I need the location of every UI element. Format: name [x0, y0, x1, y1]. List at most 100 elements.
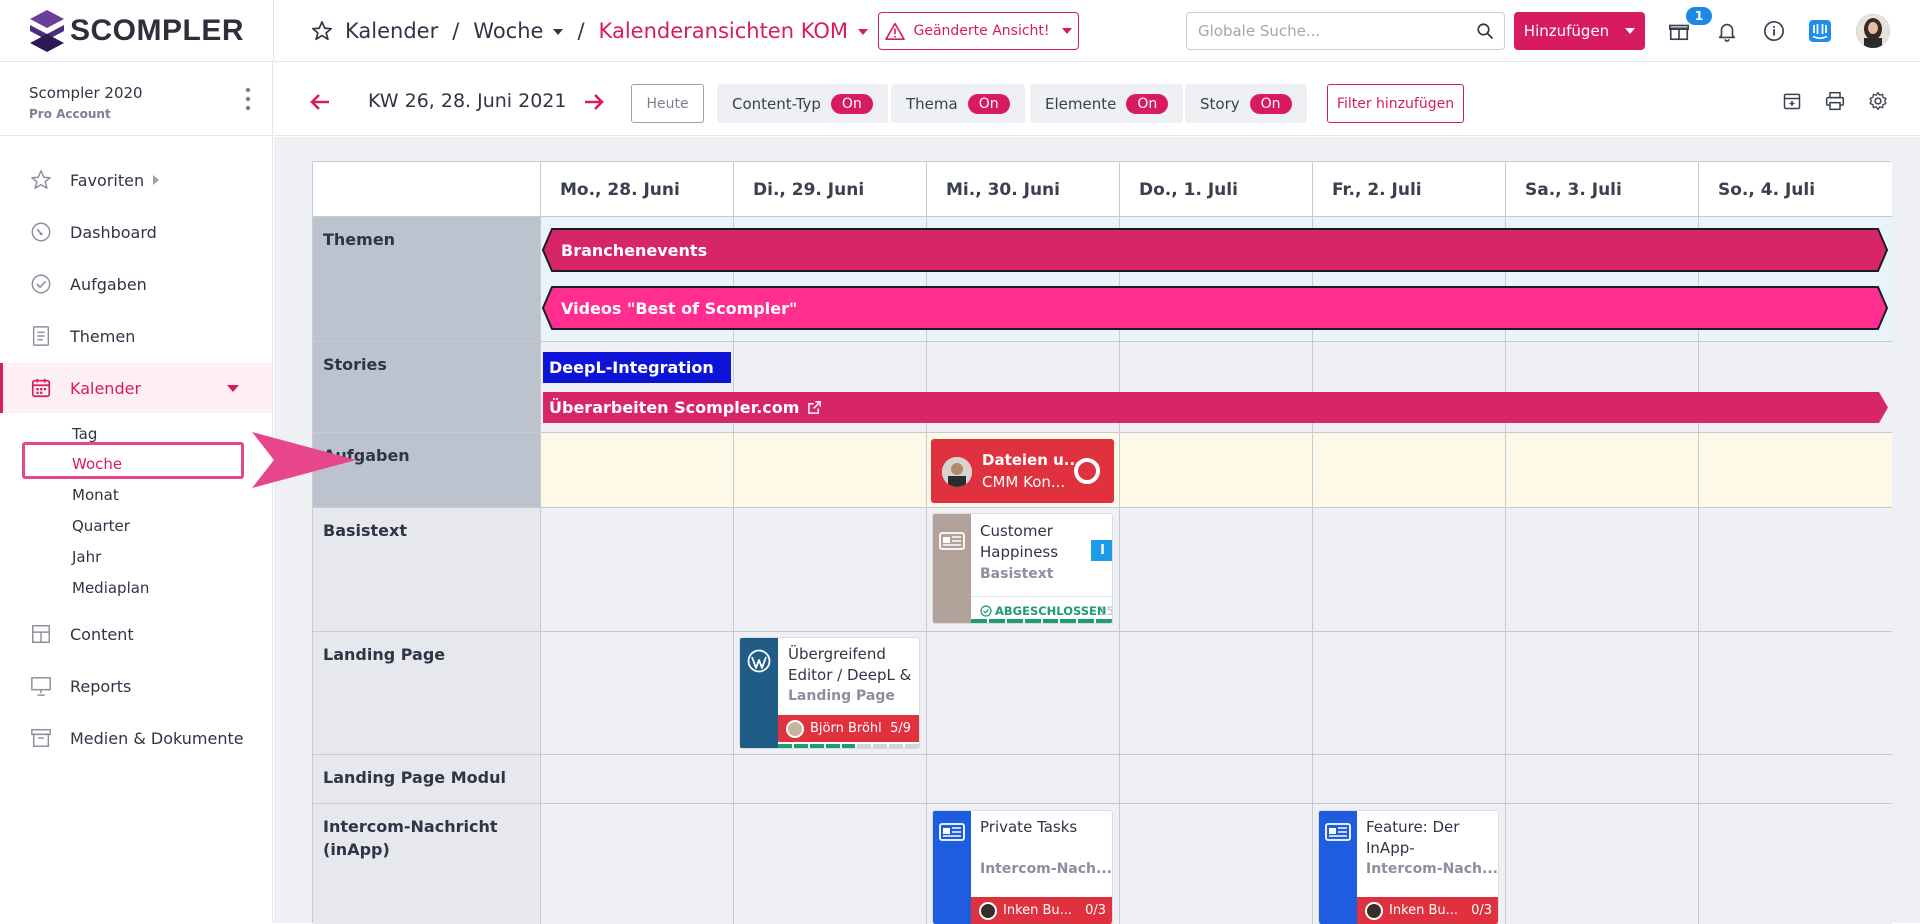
sidebar-item-aufgaben[interactable]: Aufgaben [0, 259, 272, 309]
global-search-input[interactable] [1187, 13, 1457, 49]
filter-toggle[interactable]: On [967, 93, 1010, 114]
grid-line [733, 162, 734, 924]
content-card-landing-page[interactable]: Übergreifend Editor / DeepL & Landing Pa… [739, 637, 920, 749]
card-assignee: Inken Bu... [1389, 903, 1459, 918]
theme-bar-shape [542, 228, 1888, 272]
sidebar-subitem-monat[interactable]: Monat [72, 486, 119, 504]
grid-line [1505, 162, 1506, 924]
content-card-basistext[interactable]: Customer Happiness Basistext I ABGESCHLO… [932, 513, 1113, 624]
today-button[interactable]: Heute [631, 84, 704, 123]
task-card[interactable]: Dateien u... CMM Kon... [931, 439, 1114, 503]
day-header: Fr., 2. Juli [1332, 180, 1422, 200]
sidebar-item-reports[interactable]: Reports [0, 661, 272, 711]
user-avatar[interactable] [1856, 14, 1890, 48]
chevron-down-icon [227, 385, 239, 392]
theme-bar-videos[interactable]: Videos "Best of Scompler" [542, 285, 1888, 331]
breadcrumb-current-label: Kalenderansichten KOM [598, 19, 848, 43]
grid-line [1119, 162, 1120, 924]
gift-icon[interactable] [1667, 19, 1691, 43]
grid-line [313, 341, 1892, 342]
breadcrumb-kalender[interactable]: Kalender [345, 19, 438, 43]
filter-elemente[interactable]: Elemente On [1030, 84, 1184, 123]
card-title-line2: InApp- [1366, 839, 1415, 857]
changed-view-button[interactable]: Geänderte Ansicht! [878, 12, 1079, 50]
day-header: Mi., 30. Juni [946, 180, 1060, 200]
card-title-line2: Editor / DeepL & [788, 666, 912, 684]
bell-icon[interactable] [1715, 19, 1739, 43]
calendar-add-icon[interactable] [1782, 91, 1802, 111]
print-icon[interactable] [1825, 91, 1845, 111]
status-circle-icon[interactable] [1072, 456, 1102, 486]
card-title-line1: Übergreifend [788, 645, 886, 663]
card-status: ABGESCHLOSSEN [995, 604, 1107, 618]
sidebar-item-label: Aufgaben [70, 274, 147, 294]
sidebar-item-dashboard[interactable]: Dashboard [0, 207, 272, 257]
card-title-line1: Feature: Der [1366, 818, 1460, 836]
filter-toggle[interactable]: On [830, 93, 873, 114]
sidebar-subitem-tag[interactable]: Tag [72, 425, 97, 443]
sidebar-item-kalender[interactable]: Kalender [0, 363, 272, 413]
arrow-right-icon[interactable] [584, 94, 604, 110]
add-button[interactable]: Hinzufügen [1514, 12, 1645, 50]
filter-content-typ[interactable]: Content-Typ On [717, 84, 888, 123]
story-ueberarbeiten-scompler[interactable]: Überarbeiten Scompler.com [543, 392, 1888, 423]
favorite-star-icon[interactable] [311, 20, 333, 42]
more-vertical-icon[interactable] [244, 86, 252, 112]
card-assignee: Björn Bröhl [810, 721, 882, 736]
filter-toggle[interactable]: On [1126, 93, 1169, 114]
filter-story[interactable]: Story On [1185, 84, 1307, 123]
story-deepl-integration[interactable]: DeepL-Integration [543, 352, 731, 383]
info-icon[interactable] [1762, 19, 1786, 43]
pointer-arrow-icon [252, 432, 356, 488]
card-type-strip [933, 514, 971, 623]
day-header: So., 4. Juli [1718, 180, 1816, 200]
settings-gear-icon[interactable] [1868, 91, 1888, 111]
newspaper-icon [939, 823, 965, 841]
external-link-icon[interactable] [807, 400, 822, 415]
grid-line [313, 631, 1892, 632]
card-time: 15: [1099, 604, 1113, 618]
card-badge: I [1091, 540, 1112, 561]
sidebar-item-favoriten[interactable]: Favoriten [0, 155, 272, 205]
sidebar-subitem-quarter[interactable]: Quarter [72, 517, 130, 535]
filter-thema[interactable]: Thema On [891, 84, 1025, 123]
task-title: Dateien u... [982, 451, 1081, 469]
filter-toggle[interactable]: On [1249, 93, 1292, 114]
chevron-down-icon [1625, 28, 1636, 34]
sidebar-subitem-jahr[interactable]: Jahr [72, 548, 101, 566]
grid-line [313, 432, 1892, 433]
sidebar-item-label: Reports [70, 676, 132, 696]
assignee-avatar [786, 719, 804, 738]
grid-line [313, 803, 1892, 804]
aufgaben-row-bg [541, 432, 1892, 507]
chevron-right-icon [153, 175, 159, 185]
content-card-intercom[interactable]: Feature: Der InApp- Intercom-Nach... Ink… [1318, 810, 1499, 924]
breadcrumb-current-dropdown[interactable]: Kalenderansichten KOM [599, 19, 868, 43]
card-type-label: Landing Page [788, 688, 895, 704]
progress-segment [825, 744, 840, 748]
sidebar-item-medien[interactable]: Medien & Dokumente [0, 713, 272, 763]
breadcrumb-view-dropdown[interactable]: Woche [473, 19, 564, 43]
card-title-line1: Customer [980, 522, 1053, 540]
progress-segment [1042, 619, 1059, 623]
arrow-left-icon[interactable] [310, 94, 330, 110]
logo-wordmark: SCOMPLER [70, 14, 245, 47]
sidebar-item-themen[interactable]: Themen [0, 311, 272, 361]
search-icon[interactable] [1476, 22, 1494, 40]
theme-bar-branchenevents[interactable]: Branchenevents [542, 227, 1888, 273]
scompler-logo[interactable]: SCOMPLER [28, 8, 244, 54]
breadcrumb-separator: / [452, 19, 460, 43]
add-filter-button[interactable]: Filter hinzufügen [1327, 84, 1464, 123]
intercom-icon[interactable] [1808, 19, 1832, 43]
archive-icon [31, 729, 51, 747]
day-header: Do., 1. Juli [1139, 180, 1238, 200]
sidebar-item-content[interactable]: Content [0, 609, 272, 659]
account-switcher[interactable]: Scompler 2020 Pro Account [0, 62, 273, 136]
task-subtitle: CMM Kon... [982, 473, 1066, 491]
card-assignee-footer: Björn Bröhl 5/9 [778, 715, 919, 742]
progress-segment [889, 744, 904, 748]
content-card-intercom[interactable]: Private Tasks Intercom-Nach... Inken Bu.… [932, 810, 1113, 924]
sidebar-item-label: Favoriten [70, 170, 145, 190]
sidebar-subitem-mediaplan[interactable]: Mediaplan [72, 579, 149, 597]
gauge-icon [31, 222, 51, 242]
